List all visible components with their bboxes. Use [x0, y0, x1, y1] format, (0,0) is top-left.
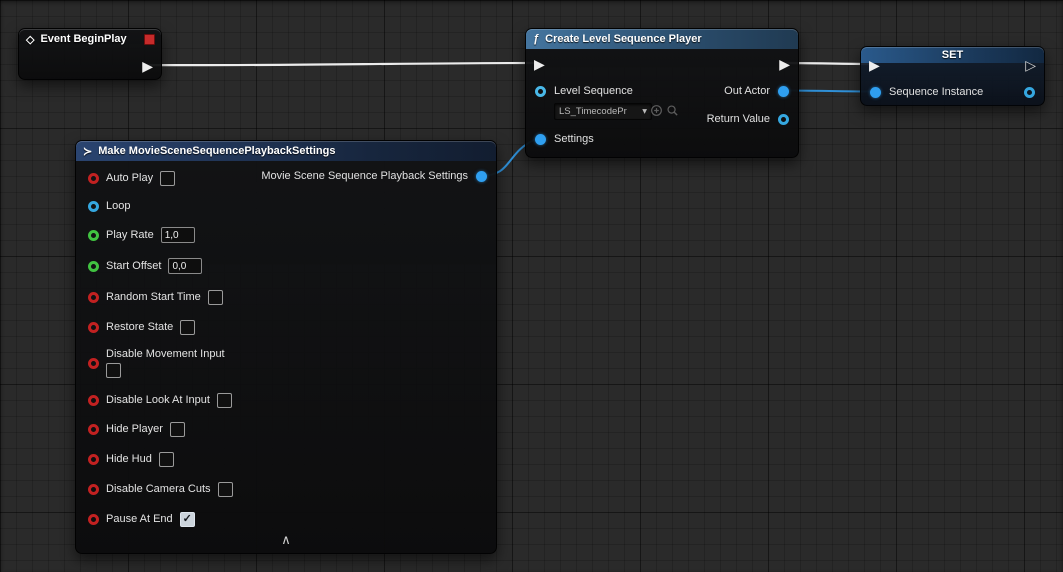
- make-node-title: Make MovieSceneSequencePlaybackSettings: [98, 145, 335, 157]
- pin-row-disable-camera-cuts: Disable Camera Cuts: [88, 481, 233, 497]
- exec-in-pin[interactable]: ▶: [534, 57, 545, 71]
- pin-row-restore-state: Restore State: [88, 319, 195, 335]
- disable-camera-cuts-label: Disable Camera Cuts: [106, 483, 211, 495]
- exec-out-pin[interactable]: ▷: [1025, 58, 1036, 72]
- play-rate-input[interactable]: [161, 227, 195, 243]
- hide-player-label: Hide Player: [106, 423, 163, 435]
- set-node-header[interactable]: SET: [861, 47, 1044, 63]
- loop-label: Loop: [106, 200, 130, 212]
- play-rate-label: Play Rate: [106, 229, 154, 241]
- start-offset-pin[interactable]: [88, 261, 99, 272]
- play-rate-pin[interactable]: [88, 230, 99, 241]
- sequence-instance-label: Sequence Instance: [889, 86, 983, 98]
- disable-camera-cuts-checkbox[interactable]: [218, 482, 233, 497]
- set-node-title: SET: [942, 49, 963, 61]
- event-beginplay-title: Event BeginPlay: [40, 33, 126, 45]
- settings-label: Settings: [554, 133, 594, 145]
- disable-camera-cuts-pin[interactable]: [88, 484, 99, 495]
- collapse-node-button[interactable]: ∧: [76, 535, 496, 545]
- hide-player-checkbox[interactable]: [170, 422, 185, 437]
- pin-row-disable-look-at-input: Disable Look At Input: [88, 392, 232, 408]
- auto-play-label: Auto Play: [106, 172, 153, 184]
- level-sequence-dropdown[interactable]: LS_TimecodePr ▾: [554, 103, 652, 120]
- make-node-header[interactable]: ≻ Make MovieSceneSequencePlaybackSetting…: [76, 141, 496, 161]
- exec-out-pin[interactable]: ▶: [779, 57, 790, 71]
- blueprint-canvas[interactable]: ◇ Event BeginPlay ▶ ƒ Create Level Seque…: [0, 0, 1063, 572]
- disable-look-at-input-label: Disable Look At Input: [106, 394, 210, 406]
- disable-look-at-input-pin[interactable]: [88, 395, 99, 406]
- playback-settings-output-label: Movie Scene Sequence Playback Settings: [261, 170, 468, 182]
- disable-movement-input-label: Disable Movement Input: [106, 348, 225, 360]
- return-value-pin[interactable]: [778, 114, 789, 125]
- create-node-title: Create Level Sequence Player: [545, 33, 702, 45]
- pin-row-hide-player: Hide Player: [88, 421, 185, 437]
- return-value-label: Return Value: [707, 113, 770, 125]
- exec-out-pin[interactable]: ▶: [142, 59, 153, 73]
- out-actor-label: Out Actor: [724, 85, 770, 97]
- pause-at-end-checkbox[interactable]: [180, 512, 195, 527]
- pin-row-loop: Loop: [88, 198, 130, 214]
- hide-hud-checkbox[interactable]: [159, 452, 174, 467]
- node-event-beginplay[interactable]: ◇ Event BeginPlay ▶: [18, 28, 162, 80]
- random-start-time-checkbox[interactable]: [208, 290, 223, 305]
- playback-settings-output-pin[interactable]: [476, 171, 487, 182]
- exec-in-pin[interactable]: ▶: [869, 58, 880, 72]
- pin-row-random-start-time: Random Start Time: [88, 289, 223, 305]
- hide-hud-pin[interactable]: [88, 454, 99, 465]
- settings-pin[interactable]: [535, 134, 546, 145]
- pin-row-disable-movement-input: Disable Movement Input: [88, 347, 225, 379]
- node-create-level-sequence-player[interactable]: ƒ Create Level Sequence Player ▶ ▶ Level…: [525, 28, 799, 158]
- event-beginplay-header[interactable]: ◇ Event BeginPlay: [19, 29, 161, 49]
- node-set-sequence-instance[interactable]: SET ▶ ▷ Sequence Instance: [860, 46, 1045, 106]
- pin-row-start-offset: Start Offset: [88, 258, 202, 274]
- restore-state-pin[interactable]: [88, 322, 99, 333]
- hide-player-pin[interactable]: [88, 424, 99, 435]
- disable-movement-input-checkbox[interactable]: [106, 363, 121, 378]
- hide-hud-label: Hide Hud: [106, 453, 152, 465]
- use-selected-asset-icon[interactable]: [650, 104, 663, 117]
- auto-play-checkbox[interactable]: [160, 171, 175, 186]
- pin-row-play-rate: Play Rate: [88, 227, 195, 243]
- node-make-playback-settings[interactable]: ≻ Make MovieSceneSequencePlaybackSetting…: [75, 140, 497, 554]
- function-icon: ƒ: [533, 33, 539, 45]
- start-offset-label: Start Offset: [106, 260, 161, 272]
- level-sequence-pin[interactable]: [535, 86, 546, 97]
- auto-play-pin[interactable]: [88, 173, 99, 184]
- event-icon: ◇: [26, 33, 34, 46]
- loop-pin[interactable]: [88, 201, 99, 212]
- random-start-time-label: Random Start Time: [106, 291, 201, 303]
- browse-asset-icon[interactable]: [666, 104, 679, 117]
- pin-row-pause-at-end: Pause At End: [88, 511, 195, 527]
- random-start-time-pin[interactable]: [88, 292, 99, 303]
- level-sequence-dropdown-value: LS_TimecodePr: [559, 106, 627, 117]
- disable-movement-input-pin[interactable]: [88, 358, 99, 369]
- out-actor-pin[interactable]: [778, 86, 789, 97]
- disable-look-at-input-checkbox[interactable]: [217, 393, 232, 408]
- exec-wire-beginplay-to-create[interactable]: [146, 63, 539, 65]
- sequence-instance-pin[interactable]: [870, 87, 881, 98]
- create-node-header[interactable]: ƒ Create Level Sequence Player: [526, 29, 798, 49]
- make-struct-icon: ≻: [83, 145, 92, 158]
- set-output-pin[interactable]: [1024, 87, 1035, 98]
- chevron-down-icon: ▾: [642, 106, 647, 117]
- restore-state-checkbox[interactable]: [180, 320, 195, 335]
- restore-state-label: Restore State: [106, 321, 173, 333]
- start-offset-input[interactable]: [168, 258, 202, 274]
- pin-row-auto-play: Auto Play: [88, 170, 175, 186]
- pause-at-end-pin[interactable]: [88, 514, 99, 525]
- level-sequence-label: Level Sequence: [554, 85, 633, 97]
- delegate-pin[interactable]: [144, 34, 155, 45]
- pause-at-end-label: Pause At End: [106, 513, 173, 525]
- pin-row-hide-hud: Hide Hud: [88, 451, 174, 467]
